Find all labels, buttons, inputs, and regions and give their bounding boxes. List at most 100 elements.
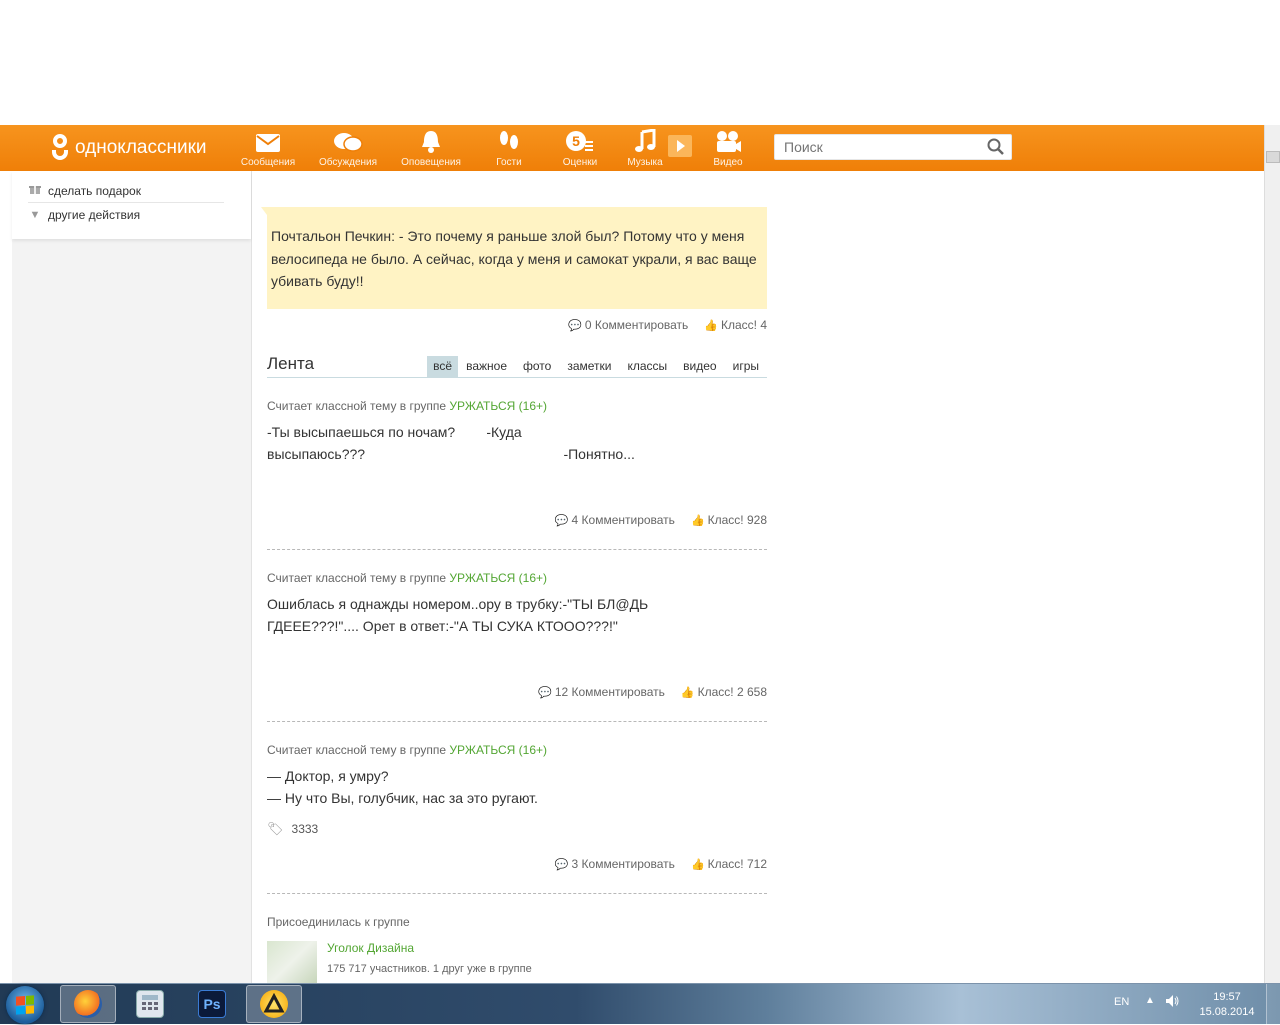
nav-notifications[interactable]: Оповещения <box>396 129 466 168</box>
start-button[interactable] <box>6 986 44 1024</box>
comment-count: 3 Комментировать <box>571 857 675 871</box>
ok-logo-icon <box>50 134 70 162</box>
logo-text: одноклассники <box>75 137 207 158</box>
comment-icon: 💬 <box>568 320 582 332</box>
post-text[interactable]: — Доктор, я умру? — Ну что Вы, голубчик,… <box>267 765 767 809</box>
taskbar-photoshop[interactable]: Ps <box>184 985 240 1023</box>
like-count: Класс! 712 <box>707 857 767 871</box>
tab-notes[interactable]: заметки <box>559 356 619 378</box>
post-divider <box>267 721 767 722</box>
nav-label: Оценки <box>562 157 598 168</box>
thumbs-up-icon: 👍 <box>680 687 695 699</box>
nav-ratings[interactable]: 5 Оценки <box>545 129 615 168</box>
main-content: Почтальон Печкин: - Это почему я раньше … <box>252 171 779 983</box>
tab-games[interactable]: игры <box>725 356 767 378</box>
system-clock[interactable]: 19:57 15.08.2014 <box>1196 990 1258 1020</box>
send-gift-item[interactable]: сделать подарок <box>28 179 224 203</box>
post-tag[interactable]: 🏷 3333 <box>267 821 318 837</box>
search-icon[interactable] <box>987 138 1005 156</box>
tag-icon: 🏷 <box>267 821 284 836</box>
group-link[interactable]: УРЖАТЬСЯ (16+) <box>449 743 547 757</box>
envelope-icon <box>233 129 303 155</box>
other-actions-label: другие действия <box>48 208 141 222</box>
taskbar-calculator[interactable] <box>122 985 178 1023</box>
group-link[interactable]: УРЖАТЬСЯ (16+) <box>449 399 547 413</box>
language-indicator[interactable]: EN <box>1114 996 1129 1008</box>
video-camera-icon <box>693 129 763 155</box>
nav-label: Музыка <box>627 157 663 168</box>
footprints-icon <box>474 129 544 155</box>
search-input[interactable] <box>775 135 975 159</box>
windows-logo-icon <box>16 995 34 1015</box>
tag-label: 3333 <box>291 822 319 836</box>
status-like-link[interactable]: 👍 Класс! 4 <box>704 318 767 332</box>
aimp-icon <box>260 990 288 1018</box>
post-like-link[interactable]: 👍 Класс! 2 658 <box>681 685 767 699</box>
post-text[interactable]: -Ты высыпаешься по ночам? -Куда высыпаюс… <box>267 421 767 465</box>
tab-photo[interactable]: фото <box>515 356 559 378</box>
windows-taskbar: Ps EN ▲ 19:57 15.08.2014 <box>0 983 1280 1025</box>
post-comment-link[interactable]: 💬 4 Комментировать <box>555 513 675 527</box>
post-like-link[interactable]: 👍 Класс! 928 <box>691 513 767 527</box>
status-comment-link[interactable]: 💬 0 Комментировать <box>568 318 688 332</box>
tab-likes[interactable]: классы <box>619 356 675 378</box>
photoshop-label: Ps <box>203 996 221 1012</box>
firefox-icon <box>74 990 102 1018</box>
taskbar-firefox[interactable] <box>60 985 116 1023</box>
rating-5-icon: 5 <box>545 129 615 155</box>
tab-all[interactable]: всё <box>427 356 459 378</box>
group-thumbnail[interactable] <box>267 941 317 983</box>
nav-messages[interactable]: Сообщения <box>233 129 303 168</box>
feed-header: Лента всё важное фото заметки классы вид… <box>267 353 767 378</box>
post-like-link[interactable]: 👍 Класс! 712 <box>691 857 767 871</box>
post-text[interactable]: Ошиблась я однажды номером..ору в трубку… <box>267 593 767 637</box>
svg-text:5: 5 <box>572 133 580 149</box>
post-type: Считает классной тему в группе УРЖАТЬСЯ … <box>267 571 767 589</box>
nav-video[interactable]: Видео <box>693 129 763 168</box>
page-scrollbar[interactable] <box>1264 125 1280 983</box>
post-divider <box>267 893 767 894</box>
scrollbar-thumb[interactable] <box>1266 151 1280 163</box>
profile-actions-menu: сделать подарок ▼ другие действия <box>12 171 251 239</box>
post-meta: 💬 12 Комментировать 👍 Класс! 2 658 <box>538 685 767 699</box>
group-name[interactable]: Уголок Дизайна <box>327 941 414 955</box>
status-quote: Почтальон Печкин: - Это почему я раньше … <box>261 207 767 309</box>
nav-guests[interactable]: Гости <box>474 129 544 168</box>
feed-post: Считает классной тему в группе УРЖАТЬСЯ … <box>267 571 767 637</box>
nav-label: Сообщения <box>240 157 296 168</box>
post-divider <box>267 549 767 550</box>
odnoklassniki-logo[interactable]: одноклассники <box>50 134 207 162</box>
photoshop-icon: Ps <box>198 990 226 1018</box>
gift-icon <box>28 183 42 198</box>
comment-count: 12 Комментировать <box>554 685 665 699</box>
clock-date: 15.08.2014 <box>1199 1006 1255 1018</box>
volume-icon[interactable] <box>1164 993 1180 1012</box>
comment-count: 0 Комментировать <box>584 318 689 332</box>
like-count: Класс! 2 658 <box>697 685 767 699</box>
post-comment-link[interactable]: 💬 12 Комментировать <box>538 685 665 699</box>
top-navigation-bar: одноклассники Сообщения Обсуждения Опове… <box>0 125 1264 171</box>
speech-bubbles-icon <box>313 129 383 155</box>
post-prefix: Считает классной тему в группе <box>267 743 447 757</box>
post-prefix: Считает классной тему в группе <box>267 399 447 413</box>
joined-group-event: Присоединилась к группе <box>267 915 767 933</box>
tab-video[interactable]: видео <box>675 356 724 378</box>
comment-icon: 💬 <box>538 687 552 699</box>
like-count: Класс! 928 <box>707 513 767 527</box>
status-quote-text: Почтальон Печкин: - Это почему я раньше … <box>271 228 757 289</box>
comment-icon: 💬 <box>554 859 569 871</box>
nav-discussions[interactable]: Обсуждения <box>313 129 383 168</box>
music-play-button[interactable] <box>668 135 692 157</box>
feed-title: Лента <box>267 354 315 373</box>
group-link[interactable]: УРЖАТЬСЯ (16+) <box>449 571 547 585</box>
feed-post: Считает классной тему в группе УРЖАТЬСЯ … <box>267 743 767 809</box>
thumbs-up-icon: 👍 <box>704 320 718 332</box>
left-sidebar: сделать подарок ▼ другие действия <box>12 171 252 983</box>
tab-important[interactable]: важное <box>458 356 515 378</box>
other-actions-item[interactable]: ▼ другие действия <box>28 203 224 227</box>
taskbar-aimp[interactable] <box>246 985 302 1023</box>
tray-expand-icon[interactable]: ▲ <box>1145 995 1155 1006</box>
show-desktop-button[interactable] <box>1266 984 1280 1025</box>
post-meta: 💬 4 Комментировать 👍 Класс! 928 <box>555 513 767 527</box>
post-comment-link[interactable]: 💬 3 Комментировать <box>555 857 675 871</box>
